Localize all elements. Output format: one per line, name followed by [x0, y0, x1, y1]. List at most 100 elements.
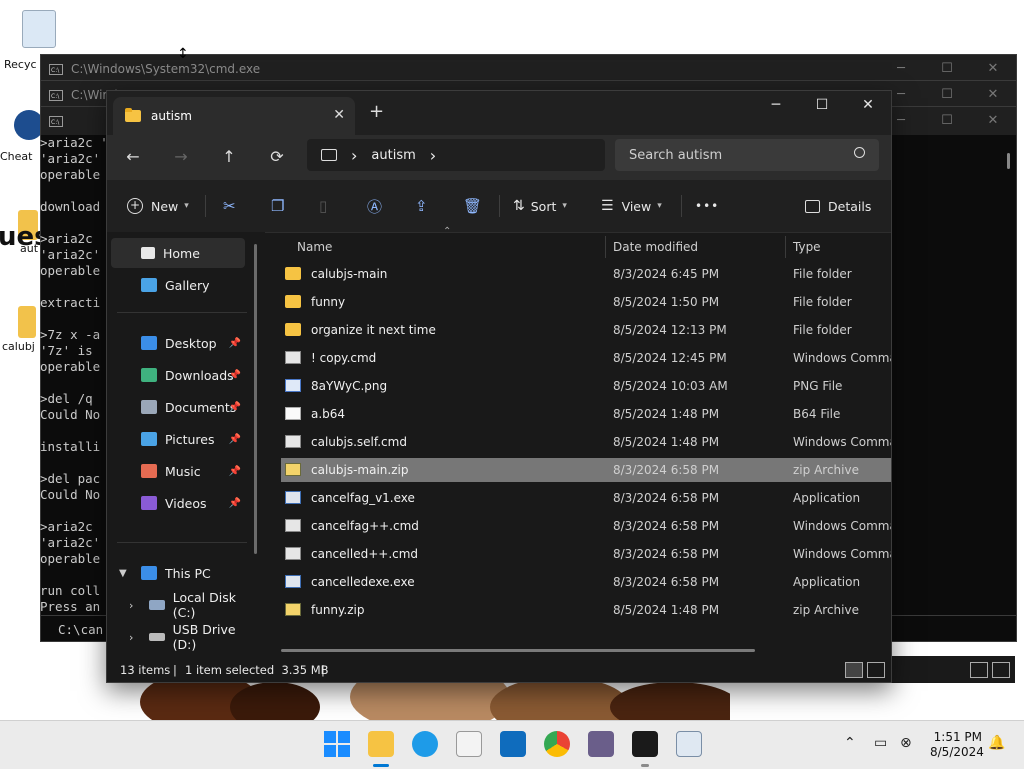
taskbar-clock[interactable]: 1:51 PM 8/5/2024	[930, 730, 984, 760]
doc-icon	[285, 407, 301, 420]
copy-button[interactable]: ❐	[271, 180, 284, 232]
details-pane-button[interactable]: Details	[805, 180, 871, 232]
search-input[interactable]: Search autism	[615, 139, 879, 171]
maximize-button[interactable]: ☐	[924, 55, 970, 83]
column-type[interactable]: Type	[793, 232, 821, 262]
cut-button[interactable]: ✂	[223, 180, 236, 232]
file-date-modified: 8/5/2024 1:48 PM	[613, 407, 720, 421]
cmd-icon	[285, 351, 301, 364]
file-row[interactable]: a.b64 8/5/2024 1:48 PM B64 File	[281, 402, 891, 426]
minimize-button[interactable]: ─	[753, 91, 799, 121]
file-type: PNG File	[793, 379, 843, 393]
file-explorer-taskbar-icon[interactable]	[368, 731, 394, 757]
file-name: funny	[311, 295, 346, 309]
store-taskbar-icon[interactable]	[456, 731, 482, 757]
terminal-taskbar-icon[interactable]	[632, 731, 658, 757]
sidebar-item-local-disk[interactable]: › Local Disk (C:)	[111, 590, 261, 620]
up-button[interactable]: ↑	[217, 145, 241, 169]
minimize-button[interactable]: ─	[878, 55, 924, 83]
exe-icon	[285, 491, 301, 504]
file-row[interactable]: organize it next time 8/5/2024 12:13 PM Fi…	[281, 318, 891, 342]
forward-button[interactable]: →	[169, 145, 193, 169]
breadcrumb-chevron[interactable]: ›	[430, 146, 436, 165]
new-label: New	[151, 198, 179, 214]
file-row[interactable]: 8aYWyC.png 8/5/2024 10:03 AM PNG File	[281, 374, 891, 398]
file-row[interactable]: cancelledexe.exe 8/3/2024 6:58 PM Applicat…	[281, 570, 891, 594]
edge-taskbar-icon[interactable]	[412, 731, 438, 757]
refresh-button[interactable]: ⟳	[265, 145, 289, 169]
file-row[interactable]: cancelled++.cmd 8/3/2024 6:58 PM Windows C…	[281, 542, 891, 566]
details-view-button[interactable]	[845, 662, 863, 678]
navigation-scrollbar[interactable]	[254, 244, 257, 554]
sidebar-item-usb-drive[interactable]: › USB Drive (D:)	[111, 622, 261, 652]
breadcrumb-separator[interactable]: ›	[351, 146, 357, 165]
usb-drive-icon	[149, 633, 165, 641]
rename-button[interactable]: Ⓐ	[367, 180, 382, 232]
sidebar-item-videos[interactable]: Videos 📌	[111, 488, 245, 518]
file-row[interactable]: calubjs-main 8/3/2024 6:45 PM File folder	[281, 262, 891, 286]
chevron-up-icon[interactable]: ⌃	[844, 735, 856, 751]
view-button[interactable]: ☰ View ▾	[601, 180, 662, 232]
maximize-button[interactable]: ☐	[924, 81, 970, 109]
address-toolbar: ← → ↑ ⟳ › autism › Search autism	[107, 135, 891, 180]
maximize-button[interactable]: ☐	[924, 107, 970, 135]
sidebar-item-home[interactable]: Home	[111, 238, 245, 268]
horizontal-scrollbar[interactable]	[281, 649, 755, 652]
app-taskbar-icon[interactable]	[588, 731, 614, 757]
tiles-view-button[interactable]	[867, 662, 885, 678]
notification-bell-icon[interactable]: 🔔	[988, 735, 1005, 751]
app-indicator	[641, 764, 649, 767]
sidebar-item-downloads[interactable]: Downloads 📌	[111, 360, 245, 390]
close-button[interactable]: ✕	[845, 91, 891, 121]
chrome-taskbar-icon[interactable]	[544, 731, 570, 757]
volume-mute-icon[interactable]: ⊗	[900, 735, 912, 751]
app2-taskbar-icon[interactable]	[676, 731, 702, 757]
sidebar-item-label: Downloads	[165, 367, 234, 383]
close-button[interactable]: ✕	[970, 107, 1016, 135]
back-button[interactable]: ←	[121, 145, 145, 169]
outlook-taskbar-icon[interactable]	[500, 731, 526, 757]
file-row[interactable]: ! copy.cmd 8/5/2024 12:45 PM Windows Comma…	[281, 346, 891, 370]
start-button[interactable]	[324, 731, 350, 757]
sidebar-item-desktop[interactable]: Desktop 📌	[111, 328, 245, 358]
file-date-modified: 8/5/2024 12:13 PM	[613, 323, 727, 337]
file-row[interactable]: calubjs.self.cmd 8/5/2024 1:48 PM Windows …	[281, 430, 891, 454]
maximize-button[interactable]: ☐	[799, 91, 845, 121]
column-headers: ⌃ Name Date modified Type	[267, 226, 891, 262]
paste-button[interactable]: ▯	[319, 180, 327, 232]
trash-icon: 🗑	[463, 197, 483, 215]
new-tab-button[interactable]: +	[369, 101, 384, 122]
column-name[interactable]: Name	[297, 232, 332, 262]
sort-button[interactable]: ⇅ Sort ▾	[513, 180, 567, 232]
share-button[interactable]: ⇪	[415, 180, 428, 232]
sidebar-item-music[interactable]: Music 📌	[111, 456, 245, 486]
cmd-prompt: C:\can	[58, 622, 104, 637]
file-row[interactable]: cancelfag_v1.exe 8/3/2024 6:58 PM Applicat…	[281, 486, 891, 510]
file-row[interactable]: funny 8/5/2024 1:50 PM File folder	[281, 290, 891, 314]
new-button[interactable]: + New ▾	[127, 180, 189, 232]
file-row[interactable]: cancelfag++.cmd 8/3/2024 6:58 PM Windows C…	[281, 514, 891, 538]
rename-icon: Ⓐ	[367, 197, 383, 216]
close-button[interactable]: ✕	[970, 81, 1016, 109]
sidebar-item-documents[interactable]: Documents 📌	[111, 392, 245, 422]
column-date-modified[interactable]: Date modified	[613, 232, 698, 262]
network-icon[interactable]: ▭	[874, 735, 887, 751]
breadcrumb-autism[interactable]: autism	[371, 148, 415, 163]
sidebar-item-pictures[interactable]: Pictures 📌	[111, 424, 245, 454]
cmd-icon	[285, 435, 301, 448]
more-options-button[interactable]: •••	[695, 180, 719, 232]
tab-autism[interactable]: autism ✕	[113, 97, 355, 135]
cmd-scrollbar-thumb[interactable]	[1007, 153, 1010, 169]
tiles-view-icon[interactable]	[992, 662, 1010, 678]
sidebar-item-gallery[interactable]: Gallery	[111, 270, 245, 300]
file-row[interactable]: funny.zip 8/5/2024 1:48 PM zip Archive	[281, 598, 891, 622]
delete-button[interactable]: 🗑	[463, 180, 482, 232]
file-explorer-window[interactable]: autism ✕ + ─ ☐ ✕ ← → ↑ ⟳ › autism › Sear…	[106, 90, 892, 683]
file-row[interactable]: calubjs-main.zip 8/3/2024 6:58 PM zip Arch…	[281, 458, 891, 482]
close-tab-icon[interactable]: ✕	[333, 107, 345, 123]
address-bar[interactable]: › autism ›	[307, 139, 605, 171]
close-button[interactable]: ✕	[970, 55, 1016, 83]
details-view-icon[interactable]	[970, 662, 988, 678]
file-name: cancelledexe.exe	[311, 575, 415, 589]
sidebar-item-this-pc[interactable]: ▼ This PC	[111, 558, 245, 588]
